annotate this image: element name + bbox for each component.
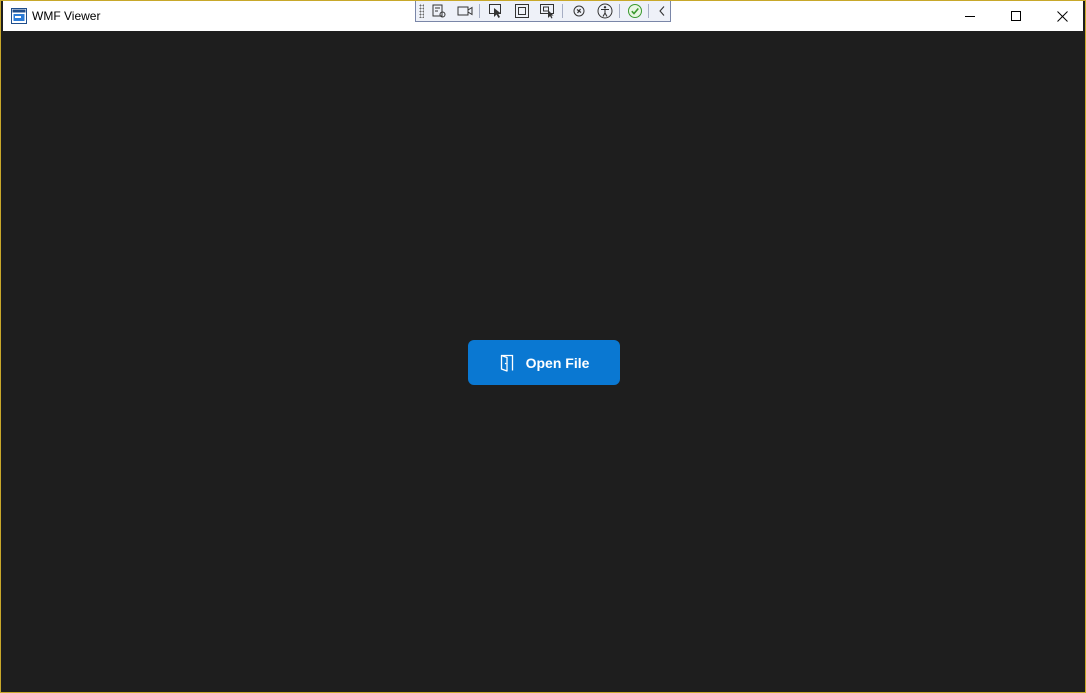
close-icon: [1056, 10, 1068, 22]
hot-reload-icon[interactable]: [570, 3, 588, 19]
select-element-icon[interactable]: [487, 3, 505, 19]
minimize-icon: [965, 11, 975, 21]
display-layout-adorners-icon[interactable]: [513, 3, 531, 19]
toolbar-separator: [619, 4, 620, 18]
toolbar-grip-handle[interactable]: [419, 4, 424, 18]
accessibility-icon[interactable]: [596, 3, 614, 19]
xaml-debug-toolbar: [415, 1, 671, 22]
maximize-icon: [1011, 11, 1021, 21]
open-file-button[interactable]: Open File: [468, 340, 620, 385]
record-video-icon[interactable]: [456, 3, 474, 19]
app-window-icon: [11, 8, 27, 24]
binding-status-check-icon[interactable]: [626, 3, 644, 19]
window-title: WMF Viewer: [32, 9, 101, 23]
minimize-button[interactable]: [947, 1, 993, 31]
close-button[interactable]: [1039, 1, 1085, 31]
toolbar-separator: [562, 4, 563, 18]
collapse-toolbar-icon[interactable]: [653, 3, 671, 19]
toolbar-separator: [648, 4, 649, 18]
app-window: WMF Viewer Open File: [0, 0, 1086, 693]
live-visual-tree-icon[interactable]: [430, 3, 448, 19]
maximize-button[interactable]: [993, 1, 1039, 31]
open-file-label: Open File: [525, 354, 590, 371]
track-focused-element-icon[interactable]: [539, 3, 557, 19]
toolbar-separator: [479, 4, 480, 18]
open-door-icon: [499, 354, 515, 372]
